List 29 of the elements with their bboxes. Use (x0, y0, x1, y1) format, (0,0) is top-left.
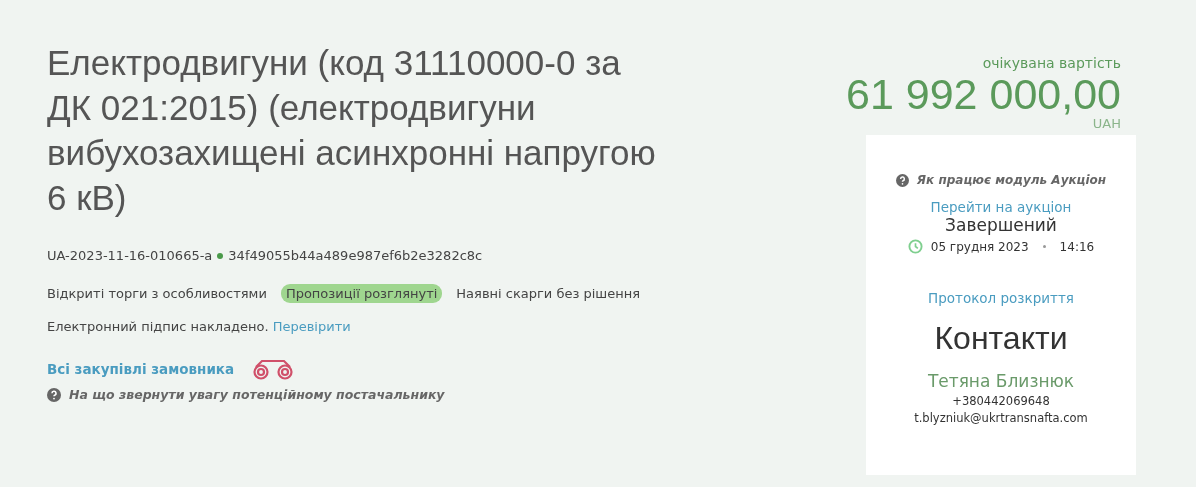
price-label: очікувана вартість (982, 55, 1121, 71)
protocol-link[interactable]: Протокол розкриття (928, 290, 1074, 306)
contact-email: t.blyzniuk@ukrtransnafta.com (914, 411, 1088, 425)
price-amount: 61 992 000,00 (846, 71, 1121, 117)
currency: UAH (1092, 117, 1121, 131)
status-label: Наявні скарги без рішення (456, 285, 641, 303)
tender-id: UA-2023-11-16-010665-a (47, 248, 213, 263)
auction-help: Як працює модуль Аукціон (916, 173, 1107, 187)
auction-date: 05 грудня 2023 (930, 239, 1029, 254)
help-icon (895, 173, 909, 187)
contact-phone: +380442069648 (952, 394, 1050, 408)
dot-icon (1042, 245, 1046, 248)
dot-icon (217, 252, 224, 259)
binoculars-icon (252, 358, 295, 380)
status-badge: Пропозиції розглянуті (280, 284, 443, 303)
signature-text: Електронний підпис накладено. (47, 319, 269, 334)
tender-title: Електродвигуни (код 31110000-0 за ДК 021:2015) (електродвигуни вибухозахищені асинхронні напругою 6 кВ) (47, 42, 657, 219)
clock-icon (907, 239, 923, 254)
tender-hash: 34f49055b44a489e987ef6b2e3282c8c (228, 248, 483, 263)
auction-link[interactable]: Перейти на аукціон (930, 199, 1072, 215)
auction-time: 14:16 (1059, 239, 1095, 254)
contacts-heading: Контакти (934, 320, 1068, 357)
buyer-purchases-link[interactable]: Всі закупівлі замовника (47, 361, 235, 377)
supplier-hint: На що звернути увагу потенційному постачальнику (69, 387, 445, 402)
auction-status: Завершений (945, 215, 1057, 235)
contact-name: Тетяна Близнюк (927, 371, 1075, 391)
status-label: Відкриті торги з особливостями (47, 285, 267, 303)
help-icon (47, 387, 61, 402)
verify-link[interactable]: Перевірити (272, 319, 351, 334)
